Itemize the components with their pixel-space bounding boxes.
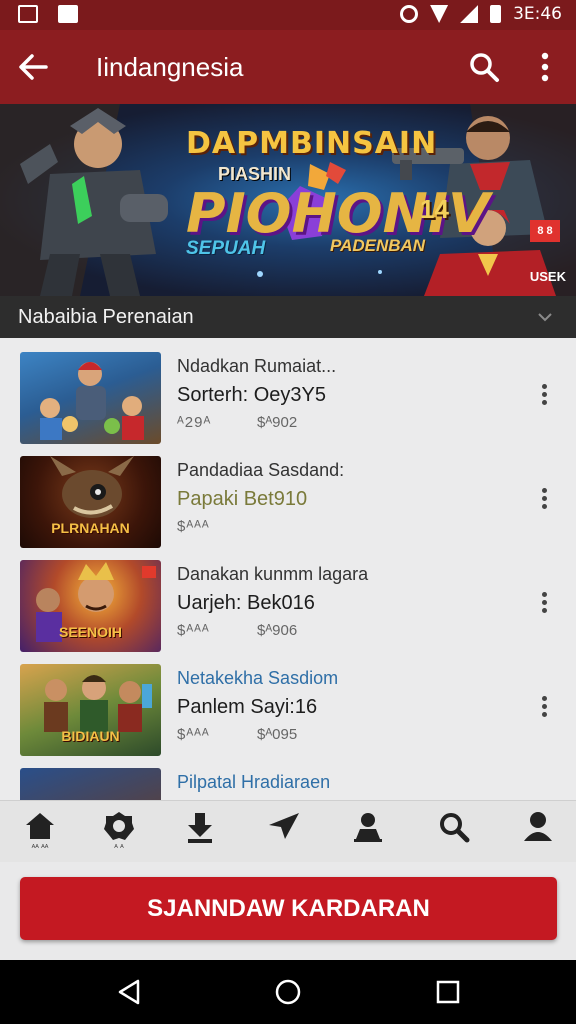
wifi-icon xyxy=(430,5,449,23)
search-icon xyxy=(440,813,470,843)
section-header[interactable]: Nabaibia Perenaian xyxy=(0,296,576,338)
item-thumbnail: PLRNAHAN xyxy=(20,456,161,548)
nav-send[interactable] xyxy=(264,811,304,855)
download-icon xyxy=(188,813,212,843)
list-item[interactable]: Ndadkan Rumaiat... Sorterh: Oey3Y5 ᴬ29ᴬ … xyxy=(0,338,576,444)
list-item[interactable]: SEENOIH Danakan kunmm lagara Uarjeh: Bek… xyxy=(0,546,576,652)
thumbnail-label: PLRNAHAN xyxy=(51,520,130,536)
banner-tagline-right: PADENBAN xyxy=(330,236,426,255)
message-icon xyxy=(58,5,78,23)
back-arrow-icon[interactable] xyxy=(16,50,50,84)
item-title: Pilpatal Hradiaraen xyxy=(177,772,331,792)
banner-headline: DAPMBINSAIN xyxy=(186,126,438,161)
item-thumbnail: BIDIAUN xyxy=(20,664,161,756)
bottom-navigation: ᴬᴬ ᴬᴬ ᴬ ᴬ xyxy=(0,800,576,862)
item-price: $ᴬ095 xyxy=(257,726,298,743)
more-vert-icon[interactable] xyxy=(534,694,554,718)
item-meta: $ᴬᴬᴬ xyxy=(177,518,210,535)
promo-banner[interactable]: DAPMBINSAIN PIASHIN PIOHONIV 14 SEPUAH P… xyxy=(0,104,576,296)
nav-caption: ᴬ ᴬ xyxy=(114,843,124,852)
recents-square-icon[interactable] xyxy=(434,978,462,1006)
signal-icon xyxy=(460,5,479,23)
item-subtitle: Papaki Bet910 xyxy=(177,488,308,510)
item-subtitle: Panlem Sayi:16 xyxy=(177,696,318,718)
item-thumbnail: SEENOIH xyxy=(20,560,161,652)
more-vert-icon[interactable] xyxy=(530,49,560,85)
banner-badge: 8 8 xyxy=(530,220,560,242)
item-thumbnail xyxy=(20,352,161,444)
nav-download[interactable] xyxy=(180,811,220,855)
user-pin-icon xyxy=(354,813,382,842)
list-item[interactable]: BIDIAUN Netakekha Sasdiom Panlem Sayi:16… xyxy=(0,650,576,756)
page-title: Iindangnesia xyxy=(96,52,244,82)
item-meta: $ᴬᴬᴬ xyxy=(177,622,210,639)
gallery-icon xyxy=(18,5,38,23)
nav-settings[interactable]: ᴬ ᴬ xyxy=(99,811,139,855)
nav-profile[interactable] xyxy=(518,811,558,855)
item-meta: $ᴬᴬᴬ xyxy=(177,726,210,743)
profile-icon xyxy=(524,812,552,841)
item-title: Pandadiaa Sasdand: xyxy=(177,460,345,480)
item-title: Netakekha Sasdiom xyxy=(177,668,339,688)
system-navigation-bar xyxy=(0,960,576,1024)
more-vert-icon[interactable] xyxy=(534,382,554,406)
banner-tagline-left: SEPUAH xyxy=(186,238,266,259)
item-price: $ᴬ902 xyxy=(257,414,298,431)
list-item[interactable]: Pilpatal Hradiaraen xyxy=(0,754,576,800)
section-title: Nabaibia Perenaian xyxy=(18,306,194,328)
search-icon[interactable] xyxy=(466,49,502,85)
gear-icon xyxy=(104,812,134,840)
app-bar: Iindangnesia xyxy=(0,30,576,104)
status-bar: 3E:46 xyxy=(0,0,576,30)
more-vert-icon[interactable] xyxy=(534,486,554,510)
nav-user-pin[interactable] xyxy=(348,811,388,855)
banner-number: 14 xyxy=(420,194,449,224)
item-meta: ᴬ29ᴬ xyxy=(177,414,212,431)
item-price: $ᴬ906 xyxy=(257,622,298,639)
item-title: Danakan kunmm lagara xyxy=(177,564,369,584)
item-subtitle: Sorterh: Oey3Y5 xyxy=(177,384,326,406)
home-icon xyxy=(26,813,54,839)
item-title: Ndadkan Rumaiat... xyxy=(177,356,337,376)
battery-icon xyxy=(490,5,502,23)
nav-home[interactable]: ᴬᴬ ᴬᴬ xyxy=(20,811,60,855)
more-vert-icon[interactable] xyxy=(534,590,554,614)
game-list: Ndadkan Rumaiat... Sorterh: Oey3Y5 ᴬ29ᴬ … xyxy=(0,338,576,800)
back-triangle-icon[interactable] xyxy=(116,978,144,1006)
primary-cta-button[interactable]: SJANNDAW KARDARAN xyxy=(20,877,557,940)
thumbnail-label: BIDIAUN xyxy=(61,728,120,744)
thumbnail-label: SEENOIH xyxy=(58,624,122,640)
alarm-icon xyxy=(400,5,419,23)
cta-container: SJANNDAW KARDARAN xyxy=(0,862,576,960)
item-subtitle: Uarjeh: Bek016 xyxy=(177,592,315,614)
nav-caption: ᴬᴬ ᴬᴬ xyxy=(31,843,49,852)
nav-search[interactable] xyxy=(434,811,474,855)
item-thumbnail xyxy=(20,768,161,800)
chevron-down-icon[interactable] xyxy=(536,308,554,326)
list-item[interactable]: PLRNAHAN Pandadiaa Sasdand: Papaki Bet91… xyxy=(0,442,576,548)
send-icon xyxy=(269,813,299,839)
home-circle-icon[interactable] xyxy=(274,978,302,1006)
status-time: 3E:46 xyxy=(513,4,562,24)
banner-corner-label: USEK xyxy=(529,269,566,284)
